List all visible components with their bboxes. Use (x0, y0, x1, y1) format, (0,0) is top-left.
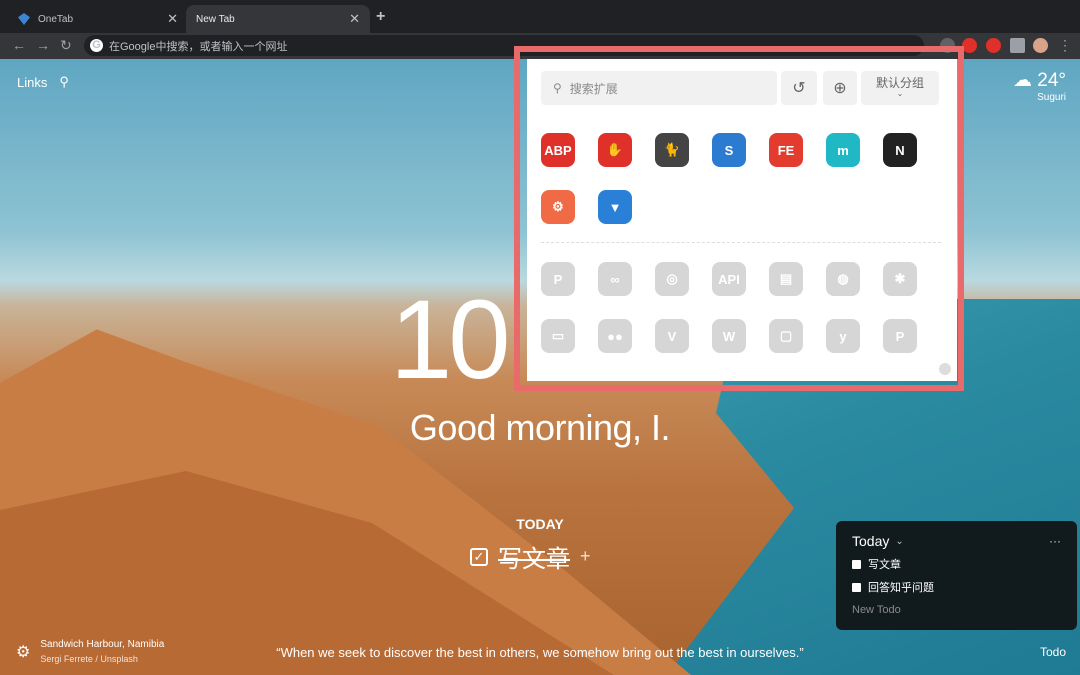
search-icon: ⚲ (553, 81, 562, 95)
new-tab-button[interactable]: + (376, 8, 385, 26)
reload-icon[interactable]: ↻ (60, 37, 72, 54)
avatar[interactable] (1033, 38, 1048, 53)
todo-button[interactable]: Todo (1040, 645, 1066, 659)
w-icon[interactable]: W (712, 319, 746, 353)
address-placeholder: 在Google中搜索，或者输入一个网址 (109, 40, 288, 53)
infinity-icon[interactable]: ∞ (598, 262, 632, 296)
list-item[interactable]: 回答知乎问题 (852, 579, 1061, 595)
clock: 10 (390, 277, 511, 402)
notion-icon[interactable]: N (883, 133, 917, 167)
chevron-down-icon[interactable]: ⌄ (895, 536, 903, 547)
close-icon[interactable]: ✕ (167, 11, 178, 27)
focus-task-text: 写文章 (498, 546, 570, 573)
forward-icon[interactable]: → (36, 37, 50, 53)
m-icon[interactable]: m (826, 133, 860, 167)
puzzle-icon[interactable] (1010, 38, 1025, 53)
focus-task: ✓ 写文章 + (470, 539, 591, 574)
back-icon[interactable]: ← (12, 37, 26, 53)
bowl-icon[interactable]: ◍ (826, 262, 860, 296)
more-icon[interactable]: ··· (1049, 534, 1061, 548)
adblock-extension-icon[interactable] (962, 38, 977, 53)
api-icon[interactable]: API (712, 262, 746, 296)
y-icon[interactable]: y (826, 319, 860, 353)
weather-location: Suguri (1037, 92, 1066, 103)
quote[interactable]: “When we seek to discover the best in ot… (0, 645, 1080, 660)
checkbox[interactable] (852, 582, 861, 592)
todo-item-text: 回答知乎问题 (868, 582, 934, 594)
links-label: Links (17, 74, 48, 90)
add-button[interactable]: ⊕ (823, 71, 857, 105)
todo-title[interactable]: Today (852, 533, 889, 549)
plus-circle-icon: ⊕ (833, 80, 847, 97)
funnel-icon[interactable]: ▼ (598, 190, 632, 224)
adblock-hand-icon[interactable]: ✋ (598, 133, 632, 167)
google-icon: G (90, 39, 103, 52)
weather-widget[interactable]: ☁ 24° Suguri (1013, 69, 1066, 103)
sitemap-icon[interactable]: ⚙ (541, 190, 575, 224)
smile-icon[interactable] (939, 363, 951, 375)
menu-icon[interactable]: ⋮ (1058, 37, 1072, 54)
new-todo-input[interactable]: New Todo (852, 604, 1061, 616)
s-icon[interactable]: S (712, 133, 746, 167)
greeting: Good morning, I. (409, 407, 671, 448)
printer-icon[interactable]: ▤ (769, 262, 803, 296)
extension-manager-popup: ⚲ 搜索扩展 ↺ ⊕ 默认分组 ⌄ ABP ✋ 🐈 S FE m N ⚙ ▼ P ∞ ◎ API ▤ ◍ ✱… (527, 59, 957, 381)
search-icon[interactable]: ⚲ (59, 74, 69, 90)
lifebuoy-icon[interactable]: ◎ (655, 262, 689, 296)
weather-temp: 24° (1037, 70, 1066, 91)
fe-icon[interactable]: FE (769, 133, 803, 167)
chevron-down-icon: ⌄ (896, 89, 904, 99)
tab-new-tab[interactable]: New Tab ✕ (186, 5, 370, 33)
checkbox-icon[interactable]: ✓ (470, 547, 488, 566)
onetab-icon (18, 13, 30, 25)
history-icon: ↺ (792, 80, 806, 97)
cloud-rain-icon: ☁ (1012, 70, 1032, 91)
search-placeholder: 搜索扩展 (569, 81, 618, 96)
p-icon[interactable]: P (541, 262, 575, 296)
frame-icon[interactable]: ▢ (769, 319, 803, 353)
tab-strip: OneTab ✕ New Tab ✕ + (0, 0, 1080, 33)
links-button[interactable]: Links ⚲ (17, 74, 69, 90)
search-input[interactable]: ⚲ 搜索扩展 (541, 71, 777, 105)
add-icon[interactable]: + (580, 546, 591, 567)
tab-title: New Tab (196, 13, 235, 25)
window-icon[interactable]: ▭ (541, 319, 575, 353)
v-icon[interactable]: V (655, 319, 689, 353)
tab-onetab[interactable]: OneTab ✕ (8, 5, 188, 33)
group-select[interactable]: 默认分组 ⌄ (861, 71, 939, 105)
parking-icon[interactable]: P (883, 319, 917, 353)
tab-title: OneTab (38, 13, 74, 25)
list-item[interactable]: 写文章 (852, 556, 1061, 572)
history-button[interactable]: ↺ (781, 71, 817, 105)
dots-icon[interactable]: ●● (598, 319, 632, 353)
divider (541, 242, 941, 243)
abp-extension-icon[interactable] (986, 38, 1001, 53)
checkbox[interactable] (852, 559, 861, 569)
todo-panel: Today ⌄ ··· 写文章 回答知乎问题 New Todo (836, 521, 1077, 630)
close-icon[interactable]: ✕ (349, 11, 360, 27)
abp-icon[interactable]: ABP (541, 133, 575, 167)
asterisk-icon[interactable]: ✱ (883, 262, 917, 296)
cat-icon[interactable]: 🐈 (655, 133, 689, 167)
todo-item-text: 写文章 (868, 559, 901, 571)
